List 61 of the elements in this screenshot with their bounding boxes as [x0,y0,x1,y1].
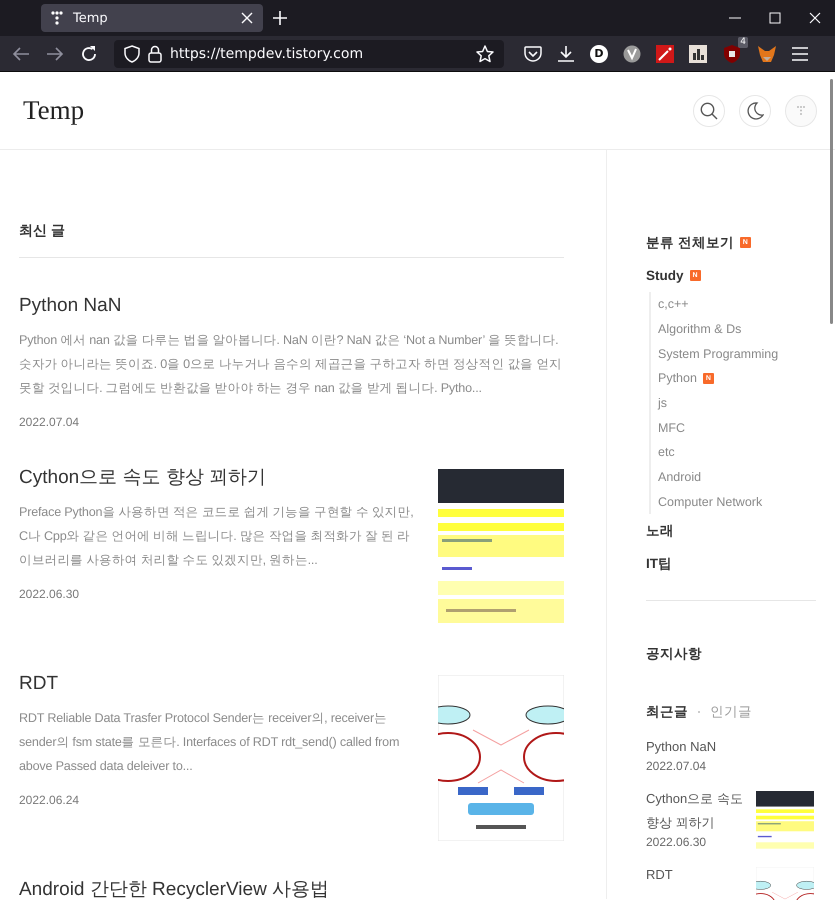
post-date: 2022.07.04 [19,415,80,429]
address-bar[interactable]: https://tempdev.tistory.com [114,40,504,68]
post-excerpt: Preface Python을 사용하면 적은 코드로 쉽게 기능을 구현할 수 있지만, C나 Cpp와 같은 언어에 비해 느립니다. 많은 작업을 최적화가 잘 된 라이브러리를 사용하여 처리할 수도 있겠지만, 원하는... [19,504,415,569]
extension-button[interactable]: D [590,44,608,62]
dark-mode-button[interactable] [739,94,771,126]
category-link[interactable]: IT팁 [646,554,672,573]
subcategory-link[interactable]: System Programming [658,346,778,361]
category-link[interactable]: Study [646,268,684,283]
wand-icon[interactable] [656,44,674,62]
recent-post-title[interactable]: Cython으로 속도 향상 꾀하기 [646,787,746,836]
moon-icon [746,102,764,120]
dots-icon [797,106,805,115]
menu-icon[interactable] [792,46,808,60]
shield-icon[interactable] [722,44,742,64]
recent-post-title[interactable]: Python NaN [646,735,746,760]
search-button[interactable] [693,94,725,126]
close-icon[interactable] [241,12,253,24]
post-title[interactable]: Python NaN [19,292,564,320]
post-date: 2022.06.30 [19,587,80,601]
recent-post-date: 2022.06.30 [646,835,708,850]
star-icon[interactable] [476,44,494,62]
extension-icon[interactable] [623,44,641,62]
dots-icon [51,11,63,25]
reload-icon[interactable] [80,44,98,62]
subcategory-link[interactable]: Python [658,371,697,386]
subcategory-link[interactable]: Computer Network [658,494,762,509]
subcategory-link[interactable]: Android [658,470,702,484]
back-icon[interactable] [12,46,30,62]
recent-post-date: 2022.07.04 [646,759,708,774]
post-title[interactable]: Android 간단한 RecyclerView 사용법 [19,876,564,900]
maximize-icon[interactable] [769,12,781,24]
post-excerpt: Python 에서 nan 값을 다루는 법을 알아봅니다. NaN 이란? NaN 값은 ‘Not a Number’ 을 뜻합니다. 숫자가 아니라는 뜻이죠. 0을 0으로 나누거나 음수의 제곱근을 구하고자 하면 정상적인 값을 얻지 못할 것입니다. 그럼에도 반환값을 받아야 하는 경우 nan 값을 받게 됩니다. Pytho... [19,332,563,397]
plus-icon[interactable] [273,11,287,25]
close-icon[interactable] [809,12,821,24]
subcategory-link[interactable]: c,c++ [658,297,689,312]
download-icon[interactable] [557,44,575,62]
chart-icon[interactable] [689,44,707,62]
recent-post-title[interactable]: RDT [646,863,746,888]
blog-title[interactable]: Temp [23,95,679,126]
category-link[interactable]: 노래 [646,522,674,540]
post-title[interactable]: RDT [19,670,418,698]
post-excerpt: RDT Reliable Data Trasfer Protocol Sender는 receiver의, receiver는 sender의 fsm state를 모른다. Interfaces of RDT rdt_send() called from above Passed data deleiver to... [19,710,400,775]
fox-icon[interactable] [757,44,777,62]
browser-tab[interactable]: Temp [41,4,263,32]
lock-icon [148,44,162,62]
list-tab[interactable]: 최근글 [646,703,688,722]
shield-icon [124,44,140,62]
subcategory-link[interactable]: etc [658,445,675,460]
post-title[interactable]: Cython으로 속도 향상 꾀하기 [19,464,418,492]
subcategory-link[interactable]: js [658,396,668,410]
pocket-icon[interactable] [524,46,542,62]
post-date: 2022.06.24 [19,793,80,807]
search-icon [700,102,718,120]
category-link[interactable]: 분류 전체보기 [646,234,734,252]
section-title: 최신 글 [19,222,564,258]
section-title: 공지사항 [646,645,703,664]
scrollbar[interactable] [830,79,833,324]
notification-badge: 4 [738,36,748,48]
subcategory-link[interactable]: Algorithm & Ds [658,322,742,336]
subcategory-link[interactable]: MFC [658,420,686,435]
forward-icon[interactable] [46,46,64,62]
